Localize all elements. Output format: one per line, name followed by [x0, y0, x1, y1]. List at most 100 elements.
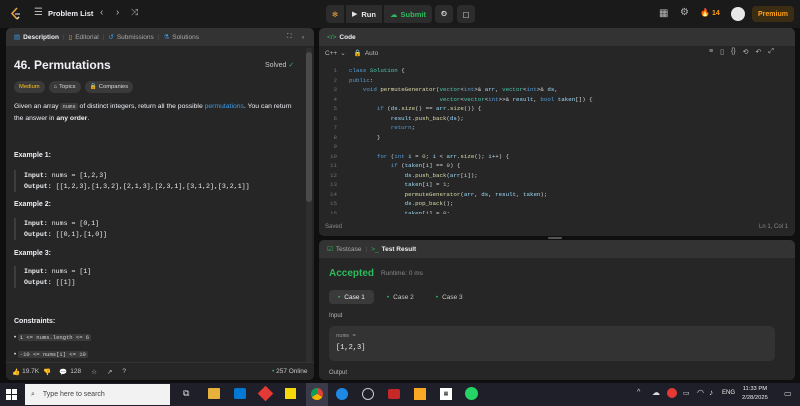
code-line[interactable]: 6 result.push_back(ds);	[319, 114, 795, 124]
code-line[interactable]: 3 void permuteGenerator(vector<int>& arr…	[319, 85, 795, 95]
tab-editorial[interactable]: Editorial	[75, 34, 98, 41]
code-line[interactable]: 14 permuteGenerator(arr, ds, result, tak…	[319, 190, 795, 200]
braces-icon[interactable]: {}	[731, 48, 736, 56]
code-line[interactable]: 8 }	[319, 133, 795, 143]
whatsapp-icon[interactable]	[465, 387, 478, 400]
editor-actions: ≡ ▯ {} ⟲ ↶ ⤢	[709, 48, 774, 56]
case-2-tab[interactable]: • Case 2	[378, 290, 423, 304]
sticky-notes-icon[interactable]	[285, 388, 296, 399]
example-2-body: Input: nums = [0,1] Output: [[0,1],[1,0]…	[14, 218, 304, 240]
streak-count: 14	[712, 10, 720, 17]
task-view-icon[interactable]: ⧉	[183, 388, 189, 399]
shuffle-icon[interactable]: ⤨	[131, 7, 138, 18]
undo-icon[interactable]: ↶	[756, 48, 762, 56]
taskbar-search[interactable]: ⌕ Type here to search	[25, 384, 170, 405]
code-line[interactable]: 12 ds.push_back(arr[i]);	[319, 171, 795, 181]
expand-icon[interactable]: ⤢	[768, 48, 774, 56]
streak-flame-icon[interactable]: 🔥	[700, 8, 710, 17]
notes-icon[interactable]: ▢	[457, 5, 475, 23]
prev-problem-icon[interactable]: ‹	[100, 7, 103, 18]
code-line[interactable]: 10 for (int i = 0; i < arr.size(); i++) …	[319, 152, 795, 162]
help-icon[interactable]: ?	[122, 368, 126, 375]
app-icon-red[interactable]	[257, 385, 274, 402]
description-scrollbar[interactable]	[306, 48, 312, 378]
code-editor[interactable]: 1 class Solution {2 public: 3 void permuteG…	[319, 66, 795, 214]
app-icon-dark-red[interactable]	[388, 389, 400, 399]
tab-submissions[interactable]: Submissions	[117, 34, 154, 41]
debug-icon[interactable]: ✻	[326, 5, 344, 23]
code-line[interactable]: 1 class Solution {	[319, 66, 795, 76]
code-line[interactable]: 15 ds.pop_back();	[319, 199, 795, 209]
code-line[interactable]: 7 return;	[319, 123, 795, 133]
tab-testcase[interactable]: Testcase	[336, 246, 362, 253]
companies-tag[interactable]: 🔒 Companies	[84, 81, 134, 93]
language-select[interactable]: C++	[325, 50, 337, 57]
app-icon-circle[interactable]	[362, 388, 374, 400]
collapse-icon[interactable]: ‹	[302, 34, 304, 41]
code-line[interactable]: 9	[319, 142, 795, 152]
edge-icon[interactable]	[336, 388, 348, 400]
star-icon[interactable]: ☆	[91, 368, 97, 376]
timer-icon[interactable]: ⏲	[435, 5, 453, 23]
sublime-icon[interactable]	[414, 388, 426, 400]
permutations-link[interactable]: permutations	[205, 103, 244, 110]
notification-icon[interactable]: ▭	[784, 389, 792, 398]
code-line[interactable]: 5 if (ds.size() == arr.size()) {	[319, 104, 795, 114]
code-line[interactable]: 16 taken[i] = 0;	[319, 209, 795, 215]
code-line[interactable]: 4 vector<vector<int>>& result, bool take…	[319, 95, 795, 105]
app-icon-white[interactable]: ▦	[440, 388, 452, 400]
resize-handle[interactable]	[548, 237, 562, 239]
gear-icon[interactable]: ⚙	[680, 7, 689, 18]
case-3-tab[interactable]: • Case 3	[427, 290, 472, 304]
case-1-tab[interactable]: • Case 1	[329, 290, 374, 304]
clock[interactable]: 11:33 PM 2/28/2025	[742, 385, 768, 403]
next-problem-icon[interactable]: ›	[116, 7, 119, 18]
language-indicator[interactable]: ENG	[722, 390, 735, 396]
wifi-icon[interactable]: ◠	[697, 388, 704, 397]
premium-button[interactable]: Premium	[752, 6, 794, 22]
code-line[interactable]: 13 taken[i] = 1;	[319, 180, 795, 190]
cursor-position: Ln 1, Col 1	[759, 224, 789, 230]
code-line[interactable]: 11 if (taken[i] == 0) {	[319, 161, 795, 171]
code-title: Code	[339, 33, 356, 41]
avatar[interactable]	[731, 7, 745, 21]
share-icon[interactable]: ↗	[107, 368, 112, 376]
maximize-icon[interactable]: ⛶	[287, 33, 292, 41]
layout-grid-icon[interactable]: ▦	[659, 8, 668, 19]
list-icon[interactable]: ☰	[34, 7, 43, 18]
tab-test-result[interactable]: Test Result	[382, 246, 417, 253]
antivirus-icon[interactable]	[667, 388, 677, 398]
run-button[interactable]: ▶ Run	[346, 5, 382, 23]
leetcode-logo[interactable]	[10, 7, 22, 21]
reset-icon[interactable]: ⟲	[743, 48, 749, 56]
chevron-down-icon: ⌄	[340, 50, 346, 57]
windows-start-icon[interactable]	[6, 389, 17, 400]
volume-icon[interactable]: ♪	[709, 388, 713, 397]
format-icon[interactable]: ≡	[709, 48, 713, 56]
chrome-icon-active[interactable]	[306, 383, 328, 406]
tab-solutions[interactable]: Solutions	[172, 34, 199, 41]
store-icon[interactable]	[234, 388, 246, 399]
tab-description[interactable]: Description	[23, 34, 59, 41]
thumbs-up-icon[interactable]: 👍	[12, 368, 20, 376]
comment-icon[interactable]: 💬	[59, 368, 67, 376]
battery-icon[interactable]: ▭	[683, 389, 690, 397]
thumbs-down-icon[interactable]: 👎	[43, 368, 51, 376]
var-value: [1,2,3]	[336, 344, 366, 352]
result-panel: ☑ Testcase | >_ Test Result Accepted Run…	[319, 240, 795, 380]
bookmark-icon[interactable]: ▯	[720, 48, 724, 56]
tag-row: Medium ⌂ Topics 🔒 Companies	[14, 81, 137, 93]
example-3-body: Input: nums = [1] Output: [[1]]	[14, 266, 304, 288]
topics-tag[interactable]: ⌂ Topics	[48, 81, 81, 93]
problem-list-link[interactable]: Problem List	[48, 9, 93, 18]
code-line[interactable]: 2 public:	[319, 76, 795, 86]
constraint-2: • -10 <= nums[i] <= 10	[14, 351, 88, 358]
file-explorer-icon[interactable]	[208, 388, 220, 399]
runtime: Runtime: 0 ms	[381, 270, 423, 277]
submit-button[interactable]: ☁ Submit	[384, 5, 432, 23]
checkbox-icon: ☑	[327, 246, 333, 253]
cloud-icon[interactable]: ☁	[652, 388, 660, 397]
chevron-up-icon[interactable]: ^	[637, 389, 640, 396]
scrollbar-thumb[interactable]	[306, 52, 312, 202]
auto-label[interactable]: Auto	[365, 50, 378, 57]
